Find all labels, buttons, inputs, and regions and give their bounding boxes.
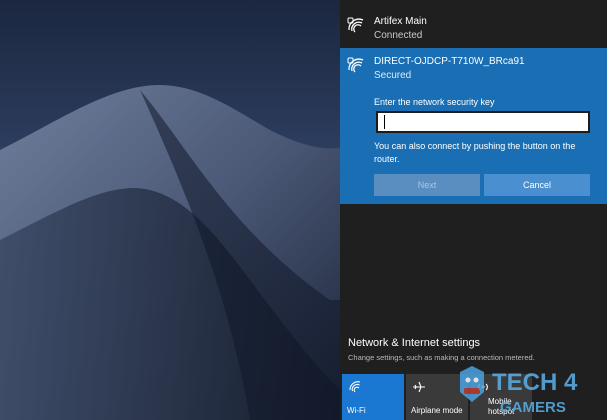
security-key-prompt: Enter the network security key [374,97,495,107]
airplane-icon [413,381,425,393]
network-settings-link[interactable]: Network & Internet settings [348,337,480,349]
watermark-line2: GAMERS [500,399,566,416]
wifi-tile-label: Wi-Fi [347,406,366,415]
tech4gamers-watermark-logo: TECH 4 GAMERS [460,366,578,416]
network-status: Secured [374,70,412,81]
security-key-input[interactable] [376,111,590,133]
network-item-selected[interactable]: DIRECT-OJDCP-T710W_BRca91 Secured Enter … [340,48,607,204]
network-status: Connected [374,30,423,41]
network-settings-description: Change settings, such as making a connec… [348,353,535,362]
wps-hint: You can also connect by pushing the butt… [374,141,576,164]
cancel-button[interactable]: Cancel [484,174,590,196]
watermark-line1: TECH 4 [492,369,578,396]
wifi-icon [349,381,361,393]
wifi-secured-icon [347,57,364,73]
wifi-toggle-tile[interactable]: Wi-Fi [342,374,404,420]
network-flyout: Artifex Main Connected DIRECT-OJDCP-T710… [340,0,607,420]
text-caret [384,115,385,129]
network-name: DIRECT-OJDCP-T710W_BRca91 [374,56,525,67]
network-item-known[interactable]: Artifex Main Connected [340,8,607,48]
network-name: Artifex Main [374,16,427,27]
next-button[interactable]: Next [374,174,480,196]
wifi-secured-icon [347,17,364,33]
